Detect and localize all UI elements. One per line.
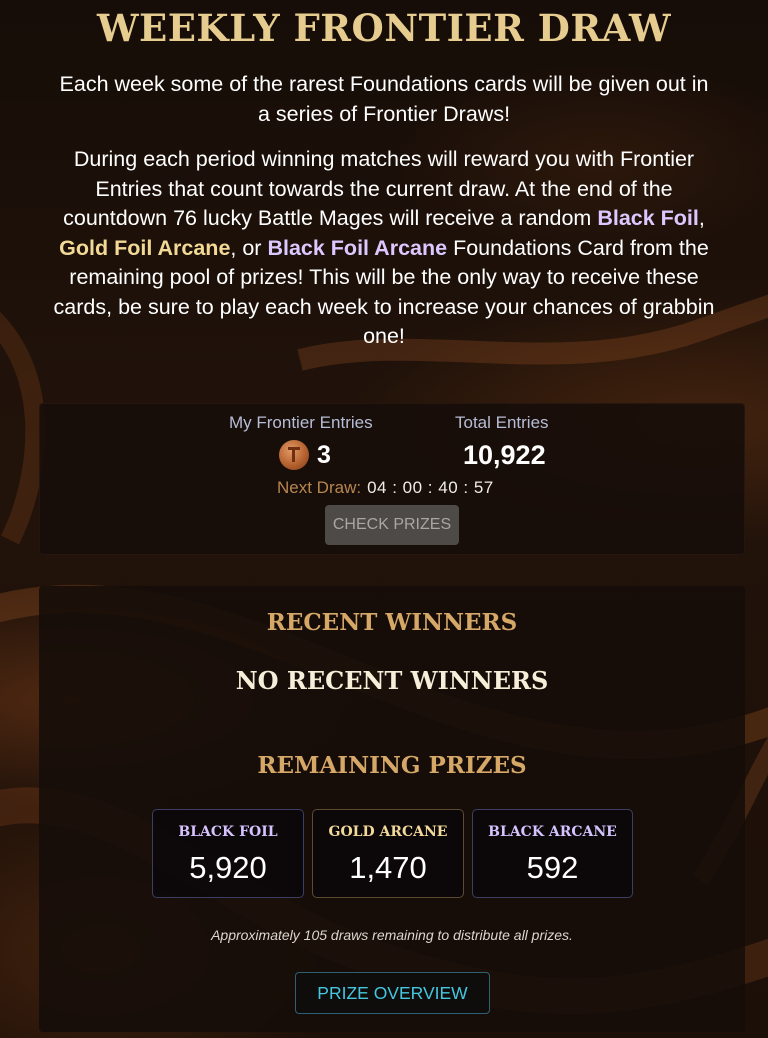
intro-text: Each week some of the rarest Foundations… (0, 70, 768, 129)
description-line: cards, be sure to play each week to incr… (53, 294, 715, 319)
gold-foil-arcane-highlight: Gold Foil Arcane (59, 235, 231, 260)
remaining-prizes-heading: REMAINING PRIZES (257, 752, 527, 779)
entries-panel: My Frontier Entries Total Entries 3 10,9… (39, 403, 745, 555)
black-foil-arcane-highlight: Black Foil Arcane (267, 235, 448, 260)
next-draw-countdown: Next Draw: 04 : 00 : 40 : 57 (277, 478, 494, 498)
intro-line: Each week some of the rarest Foundations… (59, 72, 709, 96)
description-text: During each period winning matches will … (0, 145, 768, 352)
my-entries-label: My Frontier Entries (229, 413, 373, 432)
prize-overview-button[interactable]: PRIZE OVERVIEW (295, 972, 490, 1014)
recent-winners-heading: RECENT WINNERS (266, 609, 518, 636)
total-entries-label: Total Entries (455, 413, 549, 432)
prize-label: BLACK FOIL (178, 824, 278, 840)
intro-line: a series of Frontier Draws! (257, 101, 511, 126)
description-fragment: , (698, 206, 705, 230)
prize-label: GOLD ARCANE (328, 824, 448, 840)
prize-card-black-foil: BLACK FOIL 5,920 (152, 809, 304, 898)
black-foil-highlight: Black Foil (597, 206, 699, 230)
description-fragment: countdown 76 lucky Battle Mages will rec… (63, 206, 598, 230)
description-line: remaining pool of prizes! This will be t… (69, 265, 699, 289)
page-title: WEEKLY FRONTIER DRAW (96, 6, 672, 50)
no-recent-winners-text: NO RECENT WINNERS (235, 666, 549, 695)
my-entries-value: 3 (317, 440, 331, 469)
check-prizes-button[interactable]: CHECK PRIZES (325, 505, 459, 545)
description-fragment: Foundations Card from the (447, 235, 709, 260)
winners-panel: RECENT WINNERS NO RECENT WINNERS REMAINI… (39, 586, 745, 1032)
prize-card-gold-arcane: GOLD ARCANE 1,470 (312, 809, 464, 898)
prize-count: 592 (526, 850, 579, 885)
description-line: During each period winning matches will … (73, 147, 695, 171)
next-draw-timer: 04 : 00 : 40 : 57 (367, 478, 494, 497)
description-line: one! (363, 324, 405, 348)
description-fragment: , or (230, 235, 268, 260)
description-line: Gold Foil Arcane, or Black Foil Arcane F… (0, 234, 768, 264)
my-entries-count: 3 (279, 439, 331, 471)
total-entries-value: 10,922 (463, 440, 546, 470)
frontier-entry-coin-icon (279, 440, 309, 470)
draws-remaining-note: Approximately 105 draws remaining to dis… (211, 927, 573, 943)
prize-count: 5,920 (189, 850, 267, 885)
prize-label: BLACK ARCANE (488, 824, 617, 840)
prize-count: 1,470 (349, 850, 427, 885)
description-line: countdown 76 lucky Battle Mages will rec… (0, 204, 768, 234)
description-line: Entries that count towards the current d… (95, 176, 673, 201)
prize-card-black-arcane: BLACK ARCANE 592 (472, 809, 633, 898)
next-draw-label: Next Draw: (277, 478, 362, 497)
